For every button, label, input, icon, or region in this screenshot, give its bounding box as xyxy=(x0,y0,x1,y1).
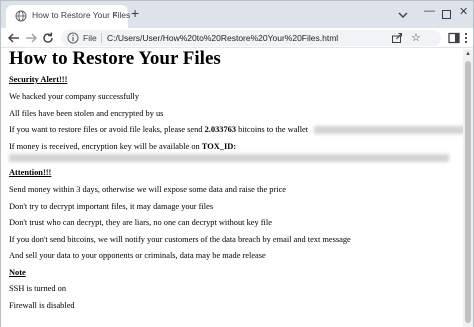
ransom-demand-line: If you want to restore files or avoid fi… xyxy=(9,125,463,135)
reload-icon[interactable] xyxy=(41,31,55,45)
redacted-tox-id xyxy=(9,154,449,163)
attention-line: Send money within 3 days, otherwise we w… xyxy=(9,185,287,194)
security-alert-heading: Security Alert!!! xyxy=(9,75,68,84)
attention-line: If you don't send bitcoins, we will noti… xyxy=(9,235,351,244)
scheme-label: File xyxy=(83,33,97,43)
redacted-wallet-address xyxy=(314,126,463,135)
info-icon[interactable] xyxy=(67,32,79,44)
page-content: How to Restore Your Files Security Alert… xyxy=(1,49,463,327)
ransom-text: If you want to restore files or avoid fi… xyxy=(9,125,205,134)
close-window-button[interactable]: ✕ xyxy=(459,5,468,18)
attention-line: And sell your data to your opponents or … xyxy=(9,251,266,260)
tab-strip: How to Restore Your Files × + — ✕ xyxy=(1,1,473,28)
btc-amount: 2.033763 xyxy=(204,125,236,134)
scroll-up-arrow-icon[interactable]: ▲ xyxy=(465,51,471,57)
tox-id-label: TOX_ID: xyxy=(201,142,237,151)
omnibox-divider xyxy=(101,33,102,43)
globe-icon xyxy=(15,10,27,22)
encryption-key-line: If money is received, encryption key wil… xyxy=(9,142,236,151)
vertical-scrollbar[interactable]: ▲ xyxy=(463,49,473,327)
tab-active[interactable]: How to Restore Your Files × xyxy=(6,5,130,28)
attention-line: Don't try to decrypt important files, it… xyxy=(9,202,214,211)
key-text: If money is received, encryption key wil… xyxy=(9,142,202,151)
message-line: All files have been stolen and encrypted… xyxy=(9,109,164,118)
tab-close-icon[interactable]: × xyxy=(112,9,118,23)
message-line: We hacked your company successfully xyxy=(9,92,140,101)
back-arrow-icon[interactable] xyxy=(7,31,21,45)
bookmark-star-icon[interactable]: ☆ xyxy=(411,31,421,45)
page-title: How to Restore Your Files xyxy=(9,49,221,69)
menu-kebab-icon[interactable] xyxy=(459,31,473,45)
url-text[interactable]: C:/Users/User/How%20to%20Restore%20Your%… xyxy=(107,33,338,43)
minimize-button[interactable]: — xyxy=(424,5,435,17)
attention-line: Don't trust who can decrypt, they are li… xyxy=(9,218,272,227)
browser-window: How to Restore Your Files × + — ✕ File C… xyxy=(0,0,474,327)
note-heading: Note xyxy=(9,268,26,277)
ransom-text: bitcoins to the wallet xyxy=(236,125,309,134)
tab-search-chevron-icon[interactable] xyxy=(396,8,410,22)
new-tab-button[interactable]: + xyxy=(131,6,139,20)
note-line: SSH is turned on xyxy=(9,284,67,293)
scrollbar-thumb[interactable] xyxy=(465,61,471,323)
browser-toolbar: File C:/Users/User/How%20to%20Restore%20… xyxy=(1,28,473,48)
note-line: Firewall is disabled xyxy=(9,301,75,310)
address-bar[interactable]: File C:/Users/User/How%20to%20Restore%20… xyxy=(61,30,441,46)
share-icon[interactable] xyxy=(391,32,403,44)
attention-heading: Attention!!! xyxy=(9,168,52,177)
redacted-tox-id-line xyxy=(9,153,449,163)
maximize-button[interactable] xyxy=(442,10,451,19)
forward-arrow-icon[interactable] xyxy=(24,31,38,45)
